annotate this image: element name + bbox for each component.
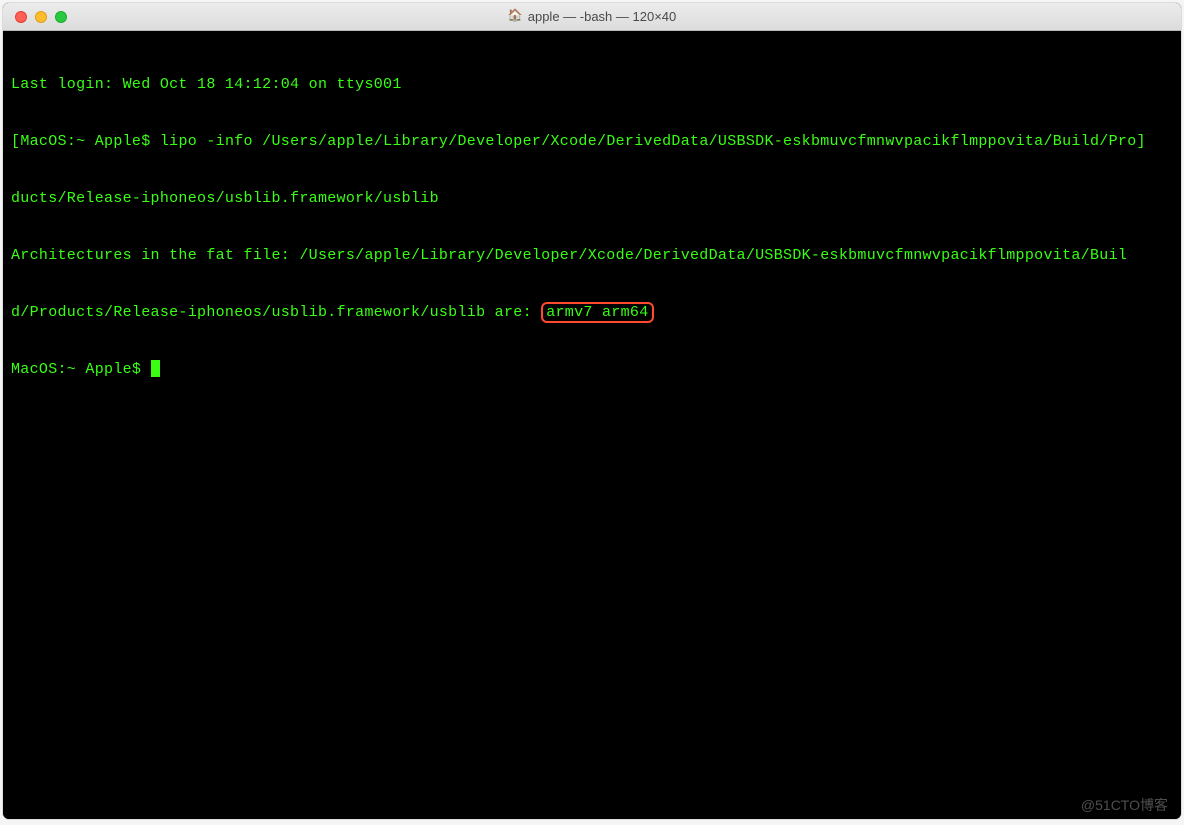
traffic-lights	[3, 11, 67, 23]
command-line-1-wrap: ducts/Release-iphoneos/usblib.framework/…	[11, 189, 1173, 208]
prompt-line: MacOS:~ Apple$	[11, 360, 1173, 379]
maximize-button[interactable]	[55, 11, 67, 23]
command-line-1: [MacOS:~ Apple$ lipo -info /Users/apple/…	[11, 132, 1173, 151]
architectures-highlight: armv7 arm64	[541, 302, 653, 323]
output-line-2: d/Products/Release-iphoneos/usblib.frame…	[11, 303, 1173, 322]
watermark: @51CTO博客	[1081, 795, 1168, 815]
titlebar[interactable]: apple — -bash — 120×40	[3, 3, 1181, 31]
terminal-window: apple — -bash — 120×40 Last login: Wed O…	[3, 3, 1181, 819]
close-button[interactable]	[15, 11, 27, 23]
output-line-1: Architectures in the fat file: /Users/ap…	[11, 246, 1173, 265]
minimize-button[interactable]	[35, 11, 47, 23]
window-title-text: apple — -bash — 120×40	[528, 9, 677, 24]
terminal-content[interactable]: Last login: Wed Oct 18 14:12:04 on ttys0…	[3, 31, 1181, 819]
cursor	[151, 360, 160, 377]
home-icon	[508, 10, 522, 24]
window-title: apple — -bash — 120×40	[508, 9, 677, 24]
last-login-line: Last login: Wed Oct 18 14:12:04 on ttys0…	[11, 75, 1173, 94]
